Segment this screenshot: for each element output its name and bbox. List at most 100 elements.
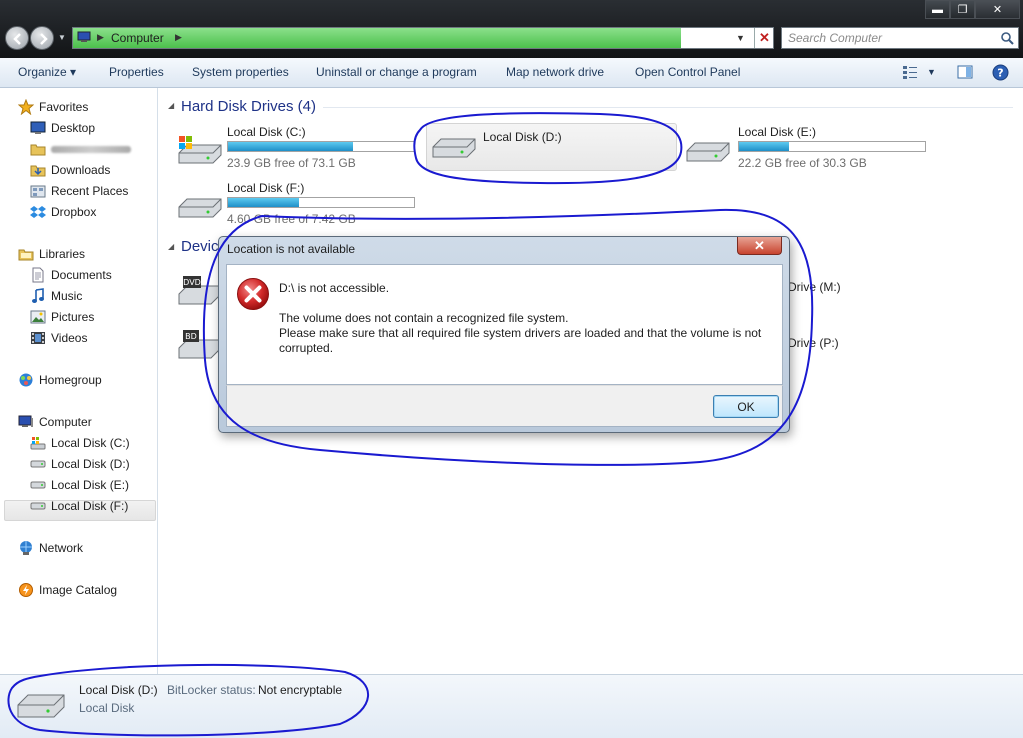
drive-icon xyxy=(17,694,65,718)
pictures-icon xyxy=(30,309,46,325)
nav-drive-d[interactable]: Local Disk (D:) xyxy=(30,454,130,474)
help-icon[interactable]: ? xyxy=(992,64,1009,81)
videos-icon xyxy=(30,330,46,346)
breadcrumb-chevron-icon[interactable]: ▶ xyxy=(97,32,104,43)
nav-drive-f[interactable]: Local Disk (F:) xyxy=(30,496,128,516)
star-icon xyxy=(18,99,34,115)
drive-c-tile[interactable]: Local Disk (C:) 23.9 GB free of 73.1 GB xyxy=(177,125,427,171)
recent-pages-dropdown[interactable]: ▼ xyxy=(58,33,66,42)
error-dialog: Location is not available ✕ D:\ is not a… xyxy=(218,236,790,433)
search-input[interactable] xyxy=(788,31,988,45)
bd-drive-tile[interactable]: BD xyxy=(177,328,221,362)
nav-libraries[interactable]: Libraries xyxy=(18,244,85,264)
organize-button[interactable]: Organize ▾ xyxy=(18,65,76,79)
error-icon xyxy=(237,278,269,310)
nav-homegroup[interactable]: Homegroup xyxy=(18,370,102,390)
minimize-icon: ▬ xyxy=(932,3,943,16)
maximize-button[interactable]: ❐ xyxy=(950,0,975,19)
address-bar[interactable]: ▶ Computer ▶ ▼ ✕ xyxy=(72,27,774,49)
bd-label: BD xyxy=(185,332,197,341)
nav-drive-f-label: Local Disk (F:) xyxy=(51,499,129,513)
preview-pane-icon[interactable] xyxy=(957,64,973,80)
nav-favorites[interactable]: Favorites xyxy=(18,97,88,117)
minimize-button[interactable]: ▬ xyxy=(925,0,950,19)
details-pane: Local Disk (D:) BitLocker status: Not en… xyxy=(0,674,1023,738)
view-options-dropdown[interactable]: ▼ xyxy=(927,67,936,77)
close-icon: ✕ xyxy=(992,4,1003,16)
bluray-drive-icon: BD xyxy=(178,330,220,359)
nav-computer-label: Computer xyxy=(39,415,92,429)
system-drive-icon xyxy=(30,435,46,451)
dialog-detail-line-1: The volume does not contain a recognized… xyxy=(279,311,569,325)
nav-favorites-label: Favorites xyxy=(39,100,89,114)
nav-documents[interactable]: Documents xyxy=(30,265,112,285)
dvd-drive-icon: DVD xyxy=(178,276,220,305)
drive-icon xyxy=(30,477,46,493)
collapse-chevron-icon[interactable]: ◢ xyxy=(168,101,174,110)
map-network-drive-button[interactable]: Map network drive xyxy=(506,65,604,79)
svg-text:?: ? xyxy=(997,67,1003,80)
drive-m-label[interactable]: Drive (M:) xyxy=(788,280,841,294)
downloads-icon xyxy=(30,162,46,178)
drive-e-usage-fill xyxy=(739,142,790,151)
nav-drive-e[interactable]: Local Disk (E:) xyxy=(30,475,129,495)
nav-desktop[interactable]: Desktop xyxy=(30,118,95,138)
nav-recent-places[interactable]: Recent Places xyxy=(30,181,128,201)
nav-computer[interactable]: Computer xyxy=(18,412,92,432)
stop-button[interactable]: ✕ xyxy=(754,28,774,48)
redacted-label xyxy=(51,145,131,153)
ok-button[interactable]: OK xyxy=(713,395,779,418)
nav-redacted-folder[interactable] xyxy=(30,139,131,159)
drive-e-name: Local Disk (E:) xyxy=(738,125,817,139)
nav-videos[interactable]: Videos xyxy=(30,328,87,348)
drive-d-name: Local Disk (D:) xyxy=(483,130,562,144)
dropbox-icon xyxy=(30,204,46,220)
computer-icon xyxy=(77,31,91,42)
dialog-body: D:\ is not accessible. The volume does n… xyxy=(226,264,783,385)
hdd-group-heading[interactable]: Hard Disk Drives (4) xyxy=(181,98,316,115)
address-history-dropdown[interactable]: ▼ xyxy=(736,33,745,43)
nav-desktop-label: Desktop xyxy=(51,121,96,135)
nav-downloads[interactable]: Downloads xyxy=(30,160,110,180)
collapse-chevron-icon[interactable]: ◢ xyxy=(168,242,174,251)
search-icon[interactable] xyxy=(1000,31,1014,45)
back-button[interactable] xyxy=(5,26,29,50)
breadcrumb-chevron-icon[interactable]: ▶ xyxy=(175,32,182,43)
drive-d-tile[interactable]: Local Disk (D:) xyxy=(426,123,677,171)
system-properties-button[interactable]: System properties xyxy=(192,65,289,79)
forward-button[interactable] xyxy=(30,26,54,50)
stop-icon: ✕ xyxy=(759,30,770,45)
nav-dropbox[interactable]: Dropbox xyxy=(30,202,96,222)
nav-network[interactable]: Network xyxy=(18,538,83,558)
dialog-close-button[interactable]: ✕ xyxy=(737,237,782,255)
arrow-left-icon xyxy=(13,33,21,45)
dvd-drive-tile[interactable]: DVD xyxy=(177,274,221,308)
nav-image-catalog[interactable]: Image Catalog xyxy=(18,580,117,600)
change-view-icon[interactable] xyxy=(902,64,918,80)
nav-homegroup-label: Homegroup xyxy=(39,373,102,387)
nav-videos-label: Videos xyxy=(51,331,88,345)
details-drive-type: Local Disk xyxy=(79,701,135,715)
properties-button[interactable]: Properties xyxy=(109,65,164,79)
homegroup-icon xyxy=(18,372,34,388)
nav-drive-c[interactable]: Local Disk (C:) xyxy=(30,433,130,453)
uninstall-program-button[interactable]: Uninstall or change a program xyxy=(316,65,477,79)
nav-music-label: Music xyxy=(51,289,83,303)
devices-group-heading[interactable]: Devic xyxy=(181,238,219,255)
drive-e-tile[interactable]: Local Disk (E:) 22.2 GB free of 30.3 GB xyxy=(685,125,935,171)
breadcrumb-computer[interactable]: Computer xyxy=(111,31,164,45)
drive-f-tile[interactable]: Local Disk (F:) 4.60 GB free of 7.42 GB xyxy=(177,181,427,227)
open-control-panel-button[interactable]: Open Control Panel xyxy=(635,65,740,79)
desktop-icon xyxy=(30,120,46,136)
nav-image-catalog-label: Image Catalog xyxy=(39,583,118,597)
drive-e-free-space: 22.2 GB free of 30.3 GB xyxy=(738,156,867,170)
drive-p-label[interactable]: Drive (P:) xyxy=(788,336,839,350)
arrow-right-icon xyxy=(40,33,48,45)
nav-downloads-label: Downloads xyxy=(51,163,111,177)
documents-icon xyxy=(30,267,46,283)
drive-icon xyxy=(178,198,222,218)
drive-icon xyxy=(432,138,476,158)
close-button[interactable]: ✕ xyxy=(975,0,1020,19)
nav-pictures[interactable]: Pictures xyxy=(30,307,94,327)
nav-music[interactable]: Music xyxy=(30,286,82,306)
